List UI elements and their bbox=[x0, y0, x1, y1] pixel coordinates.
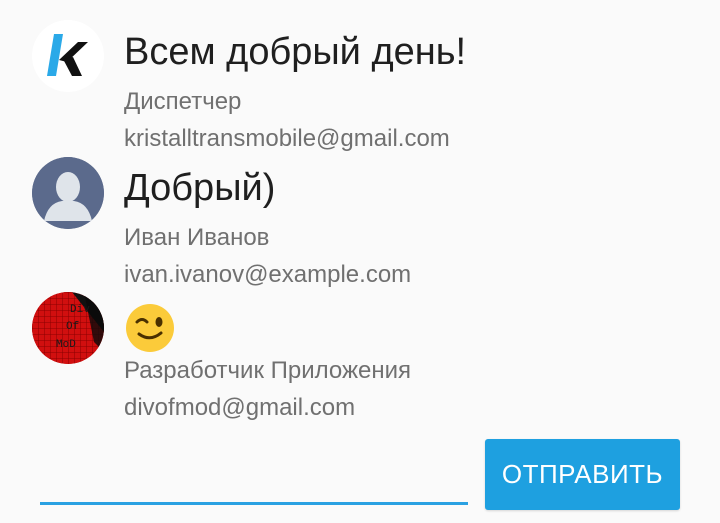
message-item[interactable]: Всем добрый день! Диспетчер kristalltran… bbox=[0, 0, 720, 160]
default-user-icon bbox=[32, 157, 104, 229]
div-of-mod-icon: Div Of MoD bbox=[32, 292, 104, 364]
send-button[interactable]: ОТПРАВИТЬ bbox=[485, 439, 680, 510]
message-text: 😉 bbox=[124, 302, 125, 303]
input-underline bbox=[40, 502, 468, 505]
avatar[interactable] bbox=[32, 157, 104, 229]
message-email: kristalltransmobile@gmail.com bbox=[124, 125, 450, 152]
chat-screen: Всем добрый день! Диспетчер kristalltran… bbox=[0, 0, 720, 523]
message-input[interactable] bbox=[40, 452, 468, 498]
message-sender: Разработчик Приложения bbox=[124, 357, 412, 384]
message-text: Добрый) bbox=[124, 167, 276, 209]
avatar[interactable]: Div Of MoD bbox=[32, 292, 104, 364]
message-email: ivan.ivanov@example.com bbox=[124, 261, 412, 288]
k-logo-icon bbox=[32, 20, 104, 92]
avatar-text-line: Div bbox=[70, 304, 90, 316]
message-email: divofmod@gmail.com bbox=[124, 394, 356, 421]
message-sender: Иван Иванов bbox=[124, 224, 270, 251]
avatar[interactable] bbox=[32, 20, 104, 92]
wink-emoji: 😉 bbox=[124, 302, 176, 354]
message-sender: Диспетчер bbox=[124, 88, 242, 115]
message-item[interactable]: Добрый) Иван Иванов ivan.ivanov@example.… bbox=[0, 155, 720, 290]
avatar-text-line: Of bbox=[66, 321, 79, 333]
message-text: Всем добрый день! bbox=[124, 31, 467, 73]
message-item[interactable]: Div Of MoD 😉 Разработчик Приложения divo… bbox=[0, 290, 720, 430]
avatar-text-line: MoD bbox=[56, 339, 76, 351]
